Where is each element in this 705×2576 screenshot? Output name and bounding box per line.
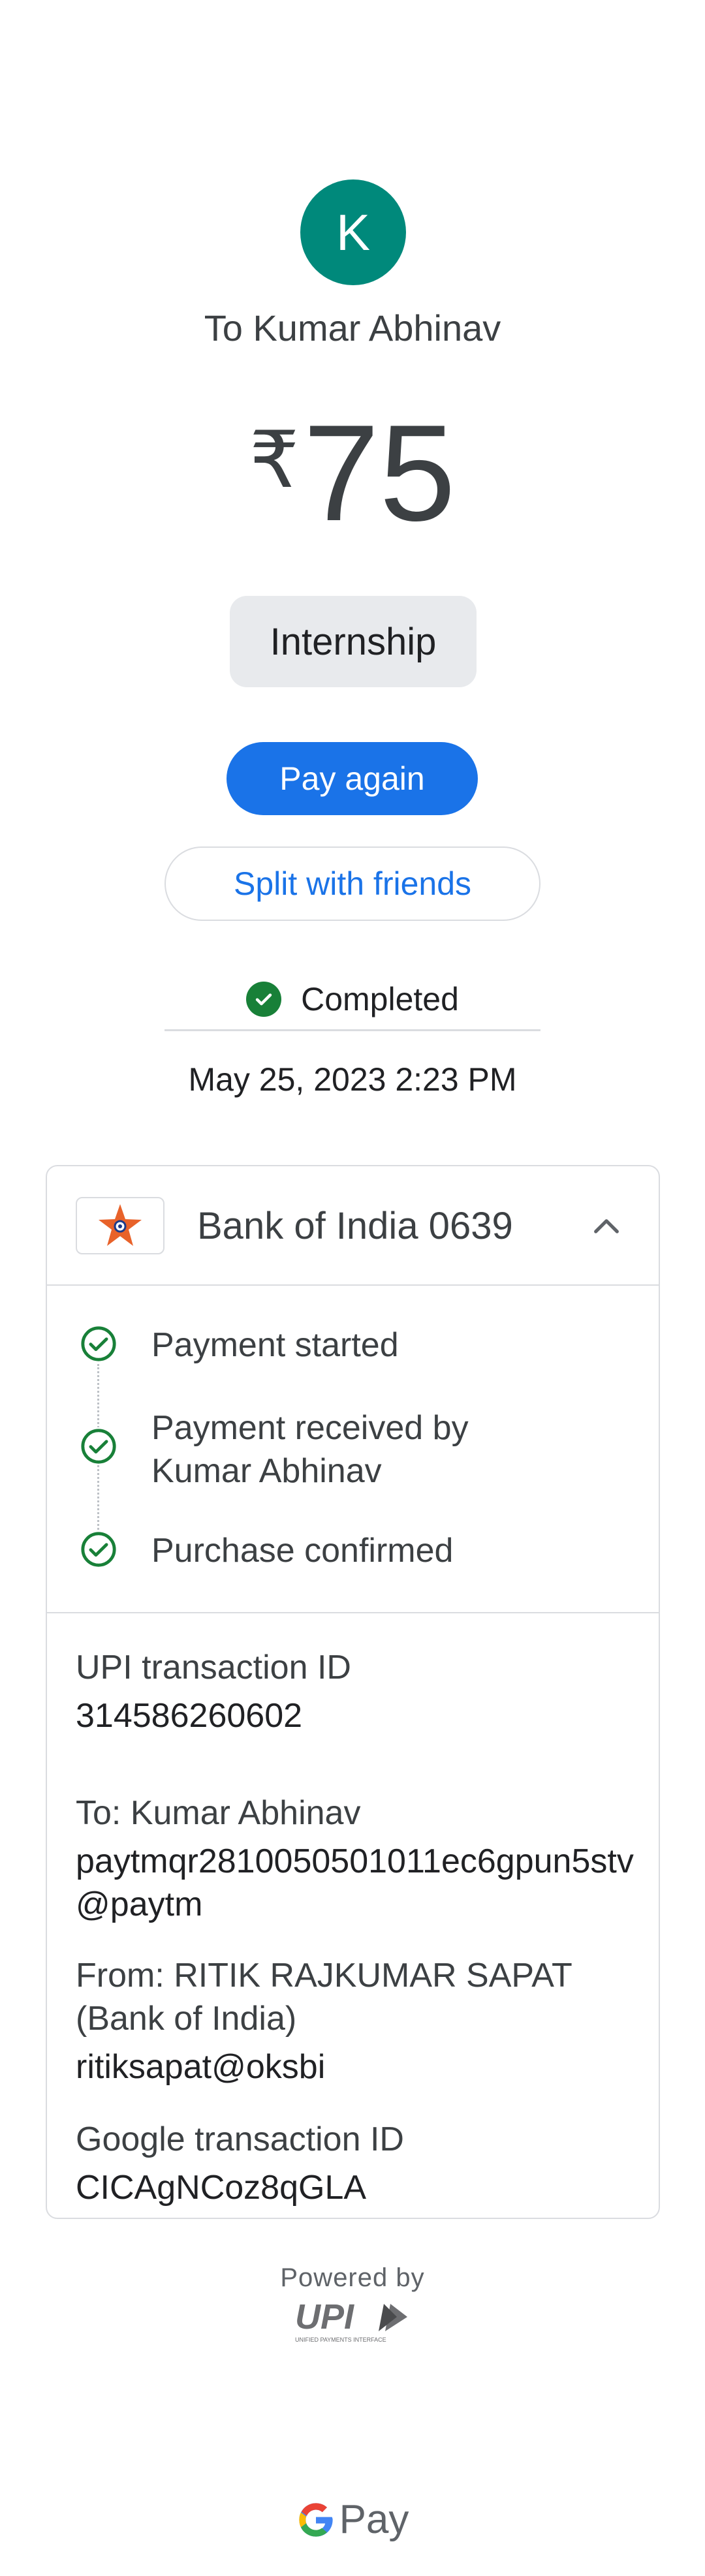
bank-logo [76, 1197, 164, 1254]
to-label: To: Kumar Abhinav [76, 1794, 361, 1832]
google-g-icon [298, 2502, 333, 2537]
from-label: From: RITIK RAJKUMAR SAPAT (Bank of Indi… [76, 1957, 572, 2038]
from-upi-address[interactable]: ritiksapat@oksbi [76, 2045, 637, 2088]
payment-timeline: Payment started Payment received by Kuma… [47, 1286, 659, 1613]
check-circle-icon [246, 982, 282, 1017]
avatar-initial: K [336, 203, 371, 261]
to-account: To: Kumar Abhinav paytmqr2810050501011ec… [76, 1792, 637, 1926]
amount-value: 75 [303, 396, 456, 550]
bank-account-name: Bank of India 0639 [197, 1205, 513, 1247]
google-pay-logo: Pay [0, 2496, 705, 2543]
timeline-step-label: Purchase confirmed [151, 1532, 454, 1570]
currency-symbol: ₹ [249, 416, 300, 504]
payment-note-chip: Internship [230, 596, 477, 687]
powered-by-label: Powered by [280, 2263, 425, 2292]
transaction-card: Bank of India 0639 Payment started Payme… [46, 1165, 660, 2219]
google-id-value[interactable]: CICAgNCoz8qGLA [76, 2166, 637, 2209]
upi-id-value[interactable]: 314586260602 [76, 1694, 637, 1737]
recipient-name: To Kumar Abhinav [204, 307, 501, 349]
timeline-step-label: Payment started [151, 1326, 399, 1364]
google-transaction-id: Google transaction ID CICAgNCoz8qGLA [76, 2118, 637, 2209]
status-text: Completed [301, 981, 459, 1017]
timeline-step-label: Payment received by Kumar Abhinav [151, 1409, 469, 1490]
bank-star-icon [99, 1204, 142, 1246]
from-account: From: RITIK RAJKUMAR SAPAT (Bank of Indi… [76, 1954, 637, 2088]
upi-logo: UPI UNIFIED PAYMENTS INTERFACE [292, 2296, 413, 2346]
payment-status: Completed [164, 969, 540, 1031]
bank-account-header[interactable]: Bank of India 0639 [47, 1166, 659, 1286]
check-circle-outline-icon [80, 1530, 118, 1568]
transaction-datetime: May 25, 2023 2:23 PM [188, 1061, 517, 1098]
google-id-label: Google transaction ID [76, 2120, 404, 2158]
upi-transaction-id: UPI transaction ID 314586260602 [76, 1646, 637, 1737]
to-upi-address[interactable]: paytmqr2810050501011ec6gpun5stv@paytm [76, 1840, 637, 1926]
split-with-friends-button[interactable]: Split with friends [164, 846, 540, 921]
upi-id-label: UPI transaction ID [76, 1649, 351, 1686]
check-circle-outline-icon [80, 1427, 118, 1465]
payment-amount: ₹ 75 [0, 401, 705, 545]
pay-again-button[interactable]: Pay again [227, 742, 478, 815]
upi-wordmark: UPI [295, 2297, 354, 2336]
recipient-avatar: K [300, 179, 406, 285]
payment-note: Internship [270, 620, 437, 663]
upi-subtext: UNIFIED PAYMENTS INTERFACE [295, 2336, 386, 2343]
transaction-details-screen: K To Kumar Abhinav ₹ 75 Internship Pay a… [0, 0, 705, 2576]
chevron-up-icon[interactable] [584, 1204, 629, 1250]
gpay-wordmark: Pay [339, 2497, 409, 2542]
check-circle-outline-icon [80, 1325, 118, 1363]
